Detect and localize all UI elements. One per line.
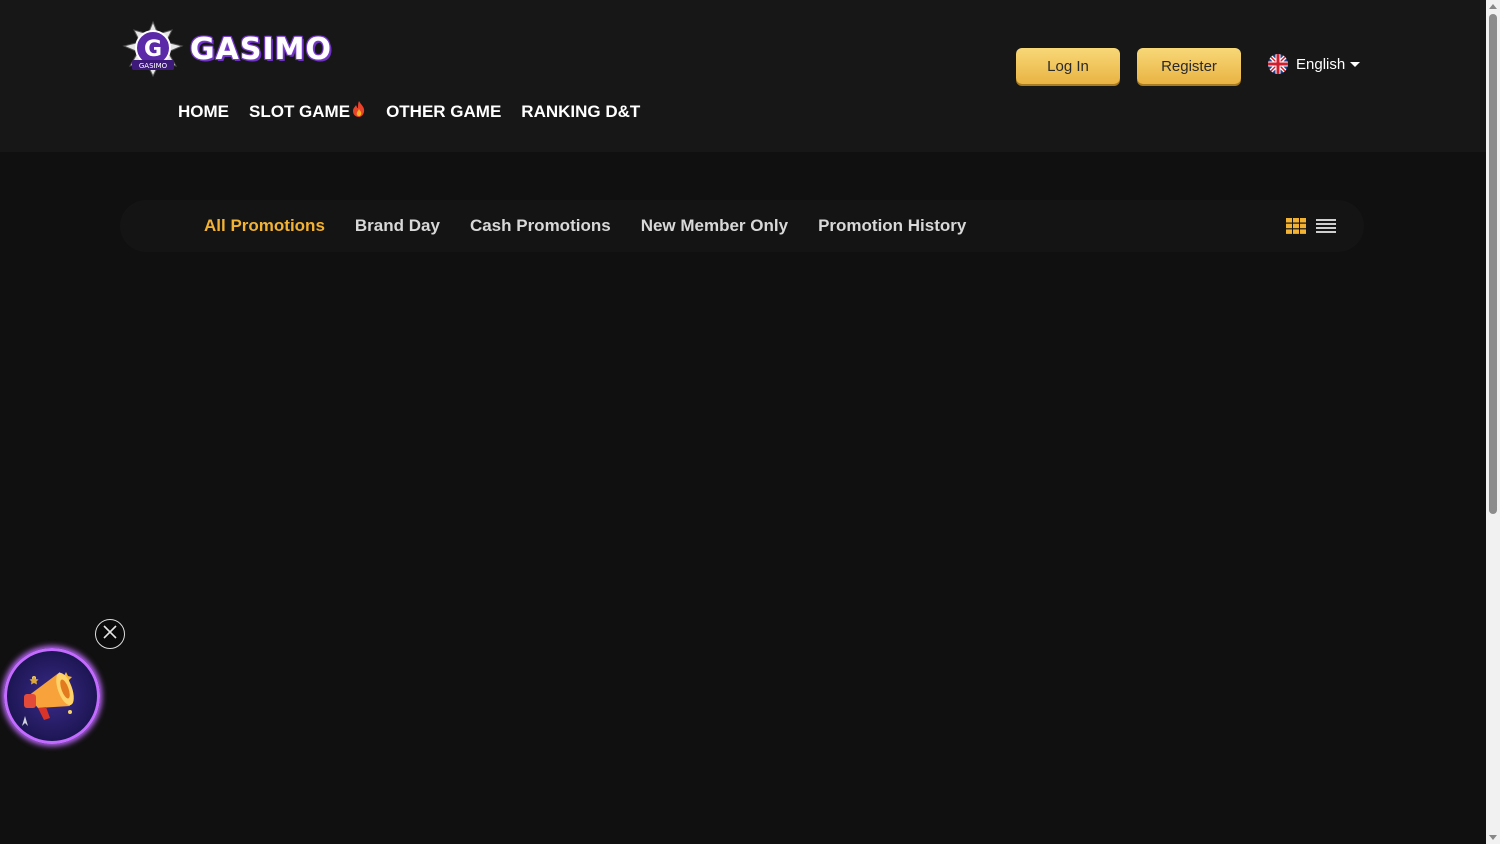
grid-view-icon[interactable] <box>1286 218 1306 234</box>
nav-other-game[interactable]: OTHER GAME <box>386 102 501 122</box>
svg-text:G: G <box>144 37 162 62</box>
scroll-thumb[interactable] <box>1489 14 1497 514</box>
language-selector[interactable]: English <box>1268 54 1361 74</box>
nav-other-game-label: OTHER GAME <box>386 101 502 121</box>
promotion-tabs-bar: All Promotions Brand Day Cash Promotions… <box>120 200 1364 252</box>
scroll-up-arrow-icon[interactable] <box>1489 4 1497 9</box>
logo-badge-text: GASIMO <box>139 62 168 70</box>
register-button[interactable]: Register <box>1137 48 1241 84</box>
tab-brand-day[interactable]: Brand Day <box>355 216 440 236</box>
fire-icon <box>352 100 366 123</box>
uk-flag-icon <box>1268 54 1288 74</box>
nav-slot-game-label: SLOT GAME <box>249 101 351 121</box>
tab-cash-promotions[interactable]: Cash Promotions <box>470 216 611 236</box>
tab-new-member-only[interactable]: New Member Only <box>641 216 788 236</box>
brand-name: GASIMO <box>190 31 332 67</box>
nav-slot-game[interactable]: SLOT GAME <box>249 100 366 123</box>
login-button[interactable]: Log In <box>1016 48 1120 84</box>
promotion-tabs: All Promotions Brand Day Cash Promotions… <box>204 200 996 252</box>
scroll-down-arrow-icon[interactable] <box>1489 835 1497 840</box>
promo-float-button[interactable] <box>4 648 100 744</box>
view-toggle <box>1286 218 1336 234</box>
close-promo-float-button[interactable] <box>95 619 125 649</box>
nav-home[interactable]: HOME <box>178 102 229 122</box>
tab-promotion-history[interactable]: Promotion History <box>818 216 966 236</box>
site-header: G GASIMO GASIMO HOME SLOT GAME OTHER GAM… <box>0 0 1486 152</box>
page-scrollbar[interactable] <box>1486 0 1500 844</box>
megaphone-icon <box>4 672 100 748</box>
list-view-icon[interactable] <box>1316 218 1336 234</box>
page: G GASIMO GASIMO HOME SLOT GAME OTHER GAM… <box>0 0 1500 844</box>
close-icon <box>102 624 118 645</box>
caret-down-icon <box>1350 61 1361 67</box>
nav-ranking-label: RANKING D&T <box>521 101 641 121</box>
nav-ranking[interactable]: RANKING D&T <box>521 102 640 122</box>
brand-logo[interactable]: G GASIMO GASIMO <box>120 20 332 78</box>
language-label: English <box>1296 55 1346 73</box>
tab-all-promotions[interactable]: All Promotions <box>204 216 325 236</box>
main-nav: HOME SLOT GAME OTHER GAME RANKING D&T <box>178 100 660 123</box>
nav-home-label: HOME <box>178 101 229 121</box>
logo-badge-icon: G GASIMO <box>120 20 186 78</box>
